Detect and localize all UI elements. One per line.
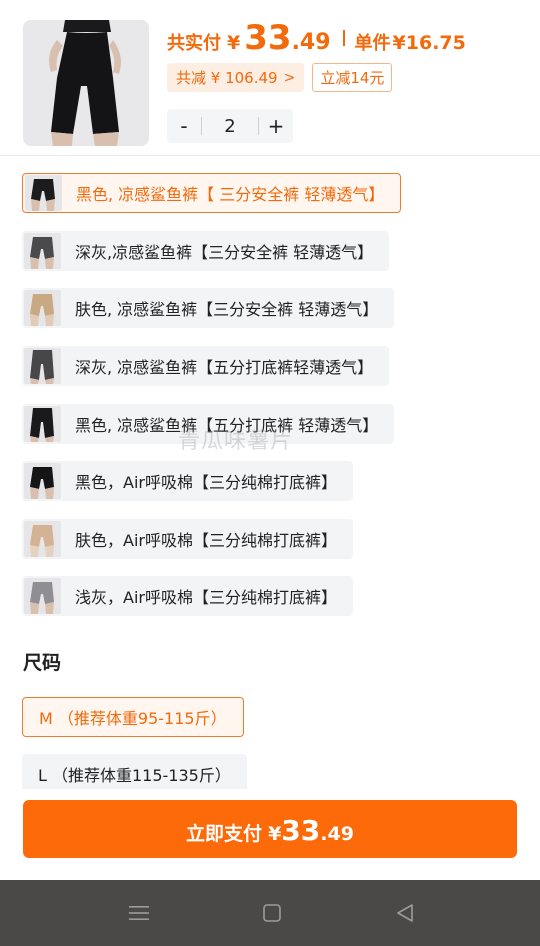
discount-row: 共减 ¥ 106.49 > 立减14元 xyxy=(167,63,393,92)
option-swatch-image xyxy=(24,290,61,326)
pay-amount-decimal: .49 xyxy=(320,823,354,845)
option-swatch-image xyxy=(24,521,61,557)
option-item[interactable]: 黑色, 凉感鲨鱼裤【五分打底裤 轻薄透气】 xyxy=(22,404,395,444)
order-summary-header: 共实付 ¥ 33 .49 单件 ¥16.75 共减 ¥ 106.49 > 立减1… xyxy=(0,0,540,156)
menu-icon[interactable] xyxy=(126,900,152,926)
pay-label: 立即支付 xyxy=(186,823,263,845)
chevron-right-icon: > xyxy=(283,69,296,86)
decrease-quantity-button[interactable]: - xyxy=(167,109,201,143)
currency-symbol: ¥ xyxy=(227,32,241,54)
total-integer: 33 xyxy=(244,18,292,58)
option-label: 深灰,凉感鲨鱼裤【三分安全裤 轻薄透气】 xyxy=(75,243,374,262)
total-price: 共实付 ¥ 33 .49 单件 ¥16.75 xyxy=(167,18,466,58)
instant-discount-badge: 立减14元 xyxy=(312,63,393,92)
unit-label: 单件 xyxy=(354,33,391,54)
increase-quantity-button[interactable]: + xyxy=(259,109,293,143)
option-swatch-image xyxy=(24,463,61,499)
option-label: 深灰, 凉感鲨鱼裤【五分打底裤轻薄透气】 xyxy=(75,358,374,377)
quantity-stepper: - 2 + xyxy=(167,109,293,143)
total-label: 共实付 xyxy=(167,33,221,54)
product-thumbnail xyxy=(23,20,149,146)
quantity-value[interactable]: 2 xyxy=(201,116,259,137)
system-navigation-bar xyxy=(0,880,540,946)
option-swatch-image xyxy=(24,348,61,384)
unit-price: ¥16.75 xyxy=(392,32,466,54)
option-item[interactable]: 浅灰，Air呼吸棉【三分纯棉打底裤】 xyxy=(22,576,353,616)
pay-footer: 立即支付 ¥ 33 .49 xyxy=(0,789,540,880)
option-item[interactable]: 肤色，Air呼吸棉【三分纯棉打底裤】 xyxy=(22,519,353,559)
option-item[interactable]: 黑色, 凉感鲨鱼裤【 三分安全裤 轻薄透气】 xyxy=(22,173,402,213)
option-item[interactable]: 肤色, 凉感鲨鱼裤【三分安全裤 轻薄透气】 xyxy=(22,288,395,328)
pay-currency: ¥ xyxy=(268,823,282,845)
option-item[interactable]: 深灰, 凉感鲨鱼裤【五分打底裤轻薄透气】 xyxy=(22,346,390,386)
option-label: 黑色，Air呼吸棉【三分纯棉打底裤】 xyxy=(75,473,337,492)
option-label: 黑色, 凉感鲨鱼裤【 三分安全裤 轻薄透气】 xyxy=(76,185,385,204)
option-label: 黑色, 凉感鲨鱼裤【五分打底裤 轻薄透气】 xyxy=(75,416,379,435)
option-label: 肤色，Air呼吸棉【三分纯棉打底裤】 xyxy=(75,531,337,550)
option-swatch-image xyxy=(24,406,61,442)
home-square-icon[interactable] xyxy=(259,900,285,926)
price-divider xyxy=(342,30,345,46)
option-swatch-image xyxy=(24,578,61,614)
pay-now-button[interactable]: 立即支付 ¥ 33 .49 xyxy=(23,800,517,858)
back-triangle-icon[interactable] xyxy=(392,900,418,926)
pay-amount-integer: 33 xyxy=(281,814,321,847)
option-item[interactable]: 深灰,凉感鲨鱼裤【三分安全裤 轻薄透气】 xyxy=(22,231,390,271)
size-option-l[interactable]: L （推荐体重115-135斤） xyxy=(22,754,247,794)
option-item[interactable]: 黑色，Air呼吸棉【三分纯棉打底裤】 xyxy=(22,461,353,501)
total-decimal: .49 xyxy=(291,30,331,55)
discount-total-button[interactable]: 共减 ¥ 106.49 > xyxy=(167,63,305,92)
discount-total-text: 共减 ¥ 106.49 xyxy=(176,69,278,87)
option-swatch-image xyxy=(24,233,61,269)
option-label: 肤色, 凉感鲨鱼裤【三分安全裤 轻薄透气】 xyxy=(75,300,379,319)
size-option-m[interactable]: M （推荐体重95-115斤） xyxy=(22,697,244,737)
size-section-title: 尺码 xyxy=(23,652,62,674)
option-label: 浅灰，Air呼吸棉【三分纯棉打底裤】 xyxy=(75,588,337,607)
option-swatch-image xyxy=(25,175,62,211)
